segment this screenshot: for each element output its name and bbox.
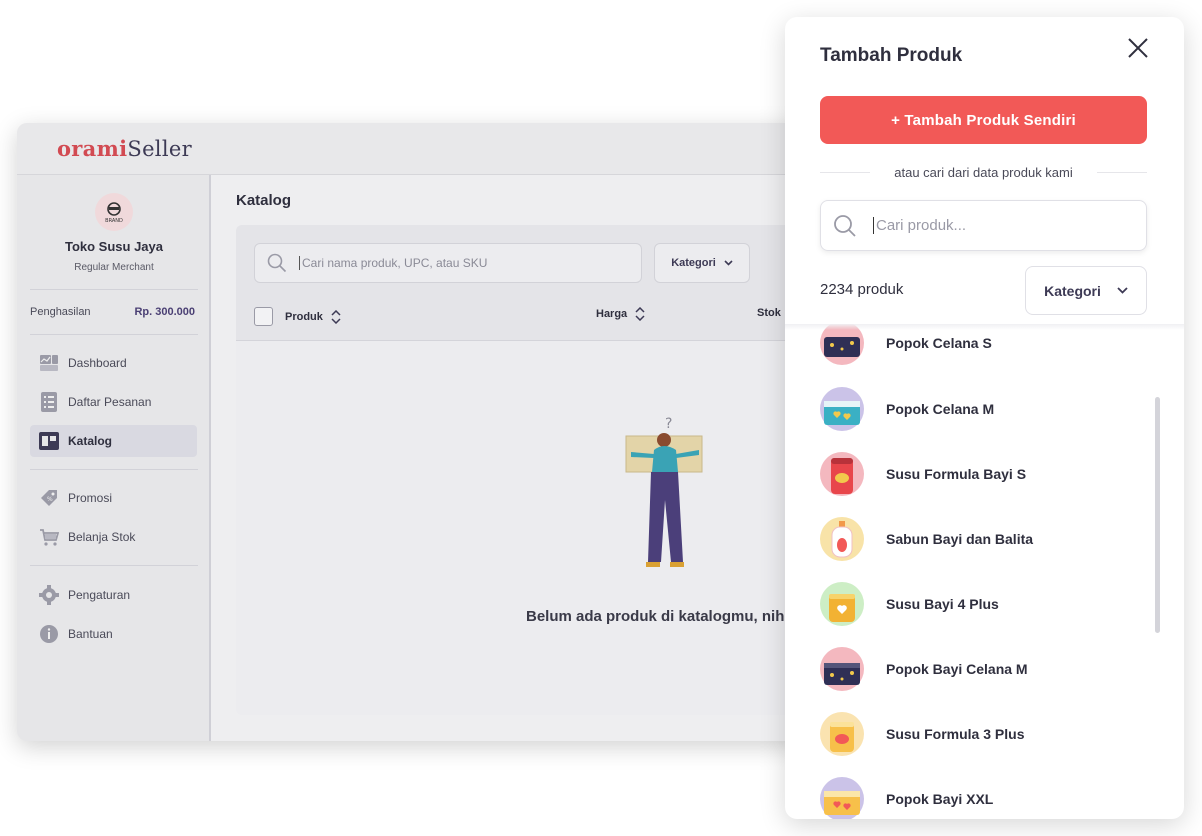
diaper-night-icon bbox=[820, 647, 864, 691]
sidebar: BRAND Toko Susu Jaya Regular Merchant Pe… bbox=[17, 175, 211, 741]
product-count: 2234 produk bbox=[820, 281, 904, 298]
product-list: Popok Celana S Popok Celana M Susu Formu… bbox=[785, 324, 1184, 819]
close-icon bbox=[1128, 38, 1148, 58]
sidebar-item-label: Bantuan bbox=[68, 627, 113, 641]
product-search-input[interactable]: Cari produk... bbox=[820, 200, 1147, 251]
category-dropdown[interactable]: Kategori bbox=[1025, 266, 1147, 315]
sidebar-item-catalog[interactable]: Katalog bbox=[30, 425, 197, 457]
brand-avatar-icon: BRAND bbox=[105, 202, 123, 224]
search-icon bbox=[267, 253, 287, 273]
sidebar-divider bbox=[30, 565, 198, 566]
list-item[interactable]: Popok Bayi Celana M bbox=[820, 647, 1120, 691]
product-name: Popok Bayi Celana M bbox=[886, 661, 1028, 677]
sidebar-item-label: Promosi bbox=[68, 491, 113, 505]
list-item[interactable]: Popok Celana M bbox=[820, 387, 1120, 431]
sort-icon bbox=[635, 307, 645, 321]
diaper-hearts-yellow-icon bbox=[820, 777, 864, 819]
earnings-label: Penghasilan bbox=[30, 306, 91, 318]
list-item[interactable]: Sabun Bayi dan Balita bbox=[820, 517, 1120, 561]
search-placeholder: Cari produk... bbox=[873, 217, 966, 234]
empty-state-illustration: ? bbox=[625, 416, 703, 567]
or-text: atau cari dari data produk kami bbox=[894, 164, 1073, 180]
svg-text:?: ? bbox=[665, 416, 672, 432]
sidebar-item-help[interactable]: Bantuan bbox=[30, 618, 197, 650]
category-label: Kategori bbox=[671, 257, 716, 269]
list-item[interactable]: Susu Bayi 4 Plus bbox=[820, 582, 1120, 626]
sidebar-divider bbox=[30, 469, 198, 470]
search-placeholder: Cari nama produk, UPC, atau SKU bbox=[299, 256, 487, 270]
main-content: Katalog Cari nama produk, UPC, atau SKU … bbox=[213, 175, 817, 741]
svg-text:%: % bbox=[47, 496, 53, 503]
formula-can-yellow-icon bbox=[820, 582, 864, 626]
sidebar-item-dashboard[interactable]: Dashboard bbox=[30, 347, 197, 379]
diaper-night-icon bbox=[820, 324, 864, 365]
chevron-down-icon bbox=[1117, 287, 1128, 294]
info-icon bbox=[39, 624, 59, 644]
product-name: Susu Formula Bayi S bbox=[886, 466, 1027, 482]
list-item[interactable]: Susu Formula Bayi S bbox=[820, 452, 1120, 496]
select-all-checkbox[interactable] bbox=[254, 307, 273, 326]
product-name: Sabun Bayi dan Balita bbox=[886, 531, 1034, 547]
svg-text:BRAND: BRAND bbox=[105, 218, 123, 224]
column-header-stock[interactable]: Stok bbox=[757, 307, 781, 319]
orami-seller-logo[interactable]: oramiSeller bbox=[57, 136, 192, 161]
column-header-product[interactable]: Produk bbox=[254, 307, 341, 326]
store-type: Regular Merchant bbox=[74, 262, 154, 273]
column-header-price[interactable]: Harga bbox=[596, 307, 645, 321]
catalog-card: Cari nama produk, UPC, atau SKU Kategori… bbox=[236, 225, 817, 715]
sidebar-item-stock-shopping[interactable]: Belanja Stok bbox=[30, 521, 197, 553]
product-name: Popok Celana S bbox=[886, 335, 992, 351]
product-name: Popok Celana M bbox=[886, 401, 995, 417]
product-name: Susu Bayi 4 Plus bbox=[886, 596, 999, 612]
product-name: Susu Formula 3 Plus bbox=[886, 726, 1025, 742]
earnings-value: Rp. 300.000 bbox=[134, 306, 195, 318]
promo-tag-icon: % bbox=[39, 488, 59, 508]
search-icon bbox=[834, 214, 856, 237]
empty-state-text: Belum ada produk di katalogmu, nih bbox=[526, 608, 785, 625]
product-name: Popok Bayi XXL bbox=[886, 791, 994, 807]
list-scrollbar[interactable] bbox=[1155, 397, 1160, 633]
catalog-icon bbox=[39, 431, 59, 451]
add-own-product-button[interactable]: + Tambah Produk Sendiri bbox=[820, 96, 1147, 144]
sidebar-item-label: Dashboard bbox=[68, 356, 127, 370]
formula-can-orange-icon bbox=[820, 712, 864, 756]
or-divider: atau cari dari data produk kami bbox=[820, 164, 1148, 180]
catalog-search-input[interactable]: Cari nama produk, UPC, atau SKU bbox=[254, 243, 642, 283]
chevron-down-icon bbox=[724, 260, 733, 266]
sidebar-divider bbox=[30, 334, 198, 335]
list-item[interactable]: Popok Celana S bbox=[820, 324, 1120, 365]
sort-icon bbox=[331, 309, 341, 324]
sidebar-item-promotion[interactable]: % Promosi bbox=[30, 482, 197, 514]
soap-bottle-icon bbox=[820, 517, 864, 561]
dashboard-icon bbox=[39, 353, 59, 373]
cart-icon bbox=[39, 527, 59, 547]
category-dropdown[interactable]: Kategori bbox=[654, 243, 750, 283]
sidebar-item-settings[interactable]: Pengaturan bbox=[30, 579, 197, 611]
formula-can-red-icon bbox=[820, 452, 864, 496]
page-title: Katalog bbox=[236, 192, 292, 209]
sidebar-item-label: Daftar Pesanan bbox=[68, 395, 152, 409]
top-bar: oramiSeller bbox=[17, 123, 817, 175]
sidebar-item-label: Katalog bbox=[68, 434, 113, 448]
sidebar-item-label: Belanja Stok bbox=[68, 530, 136, 544]
list-item[interactable]: Popok Bayi XXL bbox=[820, 777, 1120, 819]
sidebar-divider bbox=[30, 289, 198, 290]
list-item[interactable]: Susu Formula 3 Plus bbox=[820, 712, 1120, 756]
gear-icon bbox=[39, 585, 59, 605]
store-avatar[interactable]: BRAND bbox=[95, 193, 133, 231]
seller-dashboard-window: oramiSeller BRAND Toko Susu Jaya Regular… bbox=[17, 123, 817, 741]
close-button[interactable] bbox=[1125, 35, 1151, 61]
panel-title: Tambah Produk bbox=[820, 45, 963, 66]
add-product-panel: Tambah Produk + Tambah Produk Sendiri at… bbox=[785, 17, 1184, 819]
order-list-icon bbox=[39, 392, 59, 412]
sidebar-item-label: Pengaturan bbox=[68, 588, 131, 602]
diaper-hearts-blue-icon bbox=[820, 387, 864, 431]
sidebar-item-order-list[interactable]: Daftar Pesanan bbox=[30, 386, 197, 418]
catalog-toolbar: Cari nama produk, UPC, atau SKU Kategori… bbox=[236, 225, 817, 341]
list-top-shadow bbox=[785, 324, 1184, 330]
store-name: Toko Susu Jaya bbox=[64, 239, 163, 254]
category-label: Kategori bbox=[1044, 282, 1101, 299]
